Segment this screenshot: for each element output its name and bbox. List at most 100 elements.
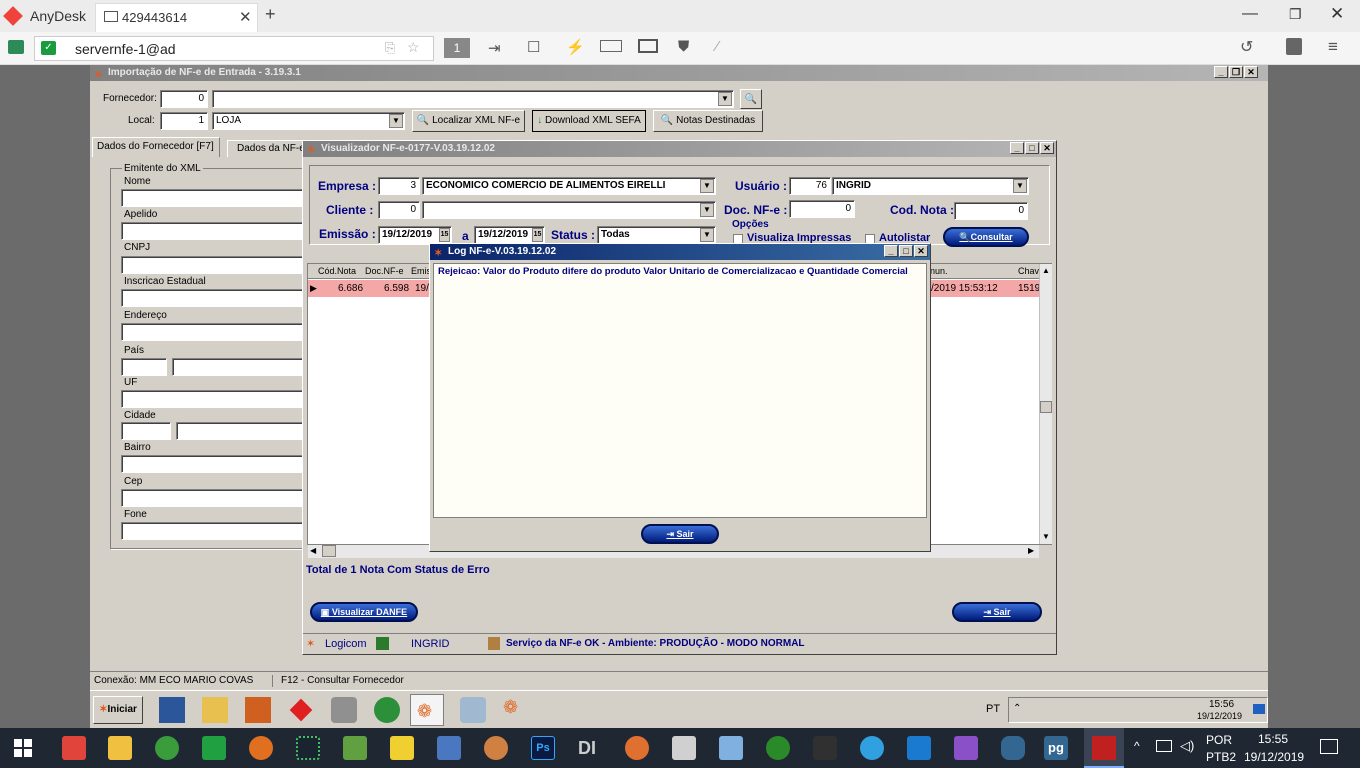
spy-icon[interactable] [813, 736, 837, 760]
vertical-scrollbar[interactable]: ▲ ▼ [1039, 264, 1052, 544]
folder-icon[interactable] [202, 697, 228, 723]
grid-header-codnota[interactable]: Cód.Nota [318, 264, 356, 279]
empresa-select[interactable]: ECONOMICO COMERCIO DE ALIMENTOS EIRELLI ▼ [422, 177, 716, 195]
notepad-icon[interactable] [343, 736, 367, 760]
usuario-select[interactable]: INGRID ▼ [832, 177, 1029, 195]
clock-time[interactable]: 15:55 [1258, 732, 1288, 746]
chrome-taskbar-icon[interactable] [155, 736, 179, 760]
pais-name-input[interactable] [172, 358, 303, 376]
chevron-down-icon[interactable]: ▼ [389, 114, 403, 128]
grid-header-num[interactable]: nun. [930, 264, 948, 279]
download-xml-button[interactable]: ↓ Download XML SEFA [532, 110, 646, 132]
notas-destinadas-button[interactable]: 🔍 Notas Destinadas [653, 110, 763, 132]
usuario-code-input[interactable]: 76 [789, 177, 831, 195]
page-number-button[interactable]: 1 [444, 38, 470, 58]
clock-date[interactable]: 19/12/2019 [1244, 750, 1304, 764]
uf-input[interactable] [121, 390, 303, 408]
local-code-input[interactable]: 1 [160, 112, 208, 130]
settings-icon[interactable] [460, 697, 486, 723]
tab-dados-fornecedor[interactable]: Dados do Fornecedor [F7] [92, 137, 220, 157]
chat-icon[interactable]: ☐ [527, 38, 540, 56]
cliente-select[interactable]: ▼ [422, 201, 716, 219]
tray-expand-icon[interactable]: ⌃ [1013, 703, 1021, 714]
status-select[interactable]: Todas ▼ [597, 226, 716, 244]
cnpj-input[interactable] [121, 256, 303, 274]
iniciar-button[interactable]: ✶Iniciar [93, 696, 143, 724]
scroll-up-icon[interactable]: ▲ [1042, 266, 1050, 275]
di-app-icon[interactable]: DI [578, 736, 602, 760]
certificate-icon[interactable] [672, 736, 696, 760]
favorite-star-icon[interactable]: ☆ [407, 39, 420, 56]
building-app-icon[interactable] [437, 736, 461, 760]
history-icon[interactable]: ↺ [1240, 37, 1253, 57]
anydesk-remote-icon[interactable] [288, 697, 314, 723]
volume-icon[interactable]: ◁) [1180, 738, 1194, 754]
cube-icon[interactable] [719, 736, 743, 760]
scroll-thumb[interactable] [1040, 401, 1052, 413]
date-to-input[interactable]: 19/12/2019 15 [474, 226, 545, 244]
hands-app-icon[interactable] [390, 736, 414, 760]
transfer-icon[interactable]: ⇥ [488, 39, 501, 57]
visual-studio-icon[interactable] [954, 736, 978, 760]
close-tab-icon[interactable]: ✕ [239, 8, 252, 26]
logicom-taskbar-button[interactable]: ❁ [410, 694, 444, 726]
fone-input[interactable] [121, 522, 303, 540]
keyboard-icon[interactable] [600, 40, 622, 52]
show-desktop-icon[interactable] [1253, 704, 1265, 714]
vscode-icon[interactable] [907, 736, 931, 760]
postgres-elephant-icon[interactable] [1001, 736, 1025, 760]
anydesk-session-tab[interactable]: 429443614 ✕ [95, 3, 258, 32]
sair-button[interactable]: ⇥ Sair [952, 602, 1042, 622]
close-button[interactable]: ✕ [1040, 142, 1054, 154]
language-bottom[interactable]: PTB2 [1206, 750, 1236, 764]
dollar-app-icon[interactable] [249, 736, 273, 760]
language-top[interactable]: POR [1206, 733, 1232, 747]
codnota-input[interactable]: 0 [954, 202, 1028, 220]
gears-icon[interactable] [331, 697, 357, 723]
search-fornecedor-button[interactable]: 🔍 [740, 89, 762, 109]
network-icon[interactable] [1156, 740, 1172, 752]
docnfe-input[interactable]: 0 [789, 200, 855, 218]
calendar-icon[interactable]: 15 [439, 228, 450, 242]
maximize-button[interactable]: □ [899, 245, 913, 257]
scroll-down-icon[interactable]: ▼ [1042, 532, 1050, 541]
local-select[interactable]: LOJA ▼ [212, 112, 405, 130]
empresa-code-input[interactable]: 3 [378, 177, 420, 195]
dots-app-icon[interactable] [296, 736, 320, 760]
calendar-icon[interactable]: 15 [532, 228, 543, 242]
scef-icon[interactable] [245, 697, 271, 723]
close-button[interactable]: ✕ [914, 245, 928, 257]
ie-input[interactable] [121, 289, 303, 307]
minimize-button[interactable]: _ [884, 245, 898, 257]
display-icon[interactable] [638, 39, 658, 53]
chrome-icon[interactable] [374, 697, 400, 723]
cep-input[interactable] [121, 489, 303, 507]
permissions-shield-icon[interactable]: ⛊ [678, 38, 689, 55]
camtasia-icon[interactable] [202, 736, 226, 760]
scroll-left-icon[interactable]: ◀ [310, 546, 316, 555]
photoshop-icon[interactable]: Ps [531, 736, 555, 760]
grid-header-chave[interactable]: Chav [1018, 264, 1039, 279]
fornecedor-code-input[interactable]: 0 [160, 90, 208, 108]
cliente-code-input[interactable]: 0 [378, 201, 420, 219]
paint-icon[interactable] [484, 736, 508, 760]
pgadmin-icon[interactable]: pg [1044, 736, 1068, 760]
restore-icon[interactable]: ❐ [1289, 6, 1302, 23]
language-indicator[interactable]: PT [986, 703, 1000, 715]
cidade-code-input[interactable] [121, 422, 171, 440]
tray-chevron-up-icon[interactable]: ^ [1134, 739, 1140, 753]
notifications-icon[interactable] [1320, 739, 1338, 754]
pais-code-input[interactable] [121, 358, 167, 376]
hs-app-icon[interactable] [766, 736, 790, 760]
minimize-icon[interactable]: — [1242, 5, 1258, 23]
windows-start-icon[interactable] [14, 739, 32, 757]
download-icon[interactable] [1286, 38, 1302, 55]
file-explorer-icon[interactable] [108, 736, 132, 760]
minimize-button[interactable]: _ [1214, 66, 1228, 78]
bairro-input[interactable] [121, 455, 303, 473]
close-window-icon[interactable]: ✕ [1330, 4, 1344, 24]
logicom-taskbar-icon[interactable] [625, 736, 649, 760]
fornecedor-select[interactable]: ▼ [212, 90, 734, 108]
scroll-right-icon[interactable]: ▶ [1028, 546, 1034, 555]
localizar-xml-button[interactable]: 🔍 Localizar XML NF-e [412, 110, 525, 132]
